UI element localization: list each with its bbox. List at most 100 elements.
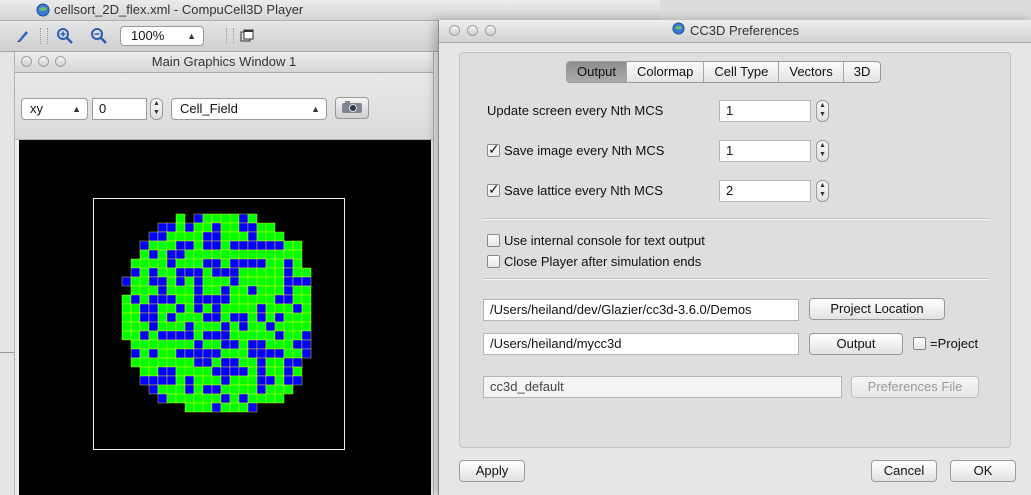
lattice-cell [202, 285, 213, 296]
internal-console-label: Use internal console for text output [504, 233, 705, 248]
zoom-select[interactable]: 100% ▲ [120, 26, 204, 46]
lattice-cell [238, 393, 249, 404]
lattice-cell [193, 348, 204, 359]
lattice-cell [256, 222, 267, 233]
lattice-cell [157, 339, 168, 350]
minimize-window-button[interactable] [467, 25, 478, 36]
lattice-cell [283, 240, 294, 251]
position-input[interactable]: 0 [92, 98, 147, 120]
tab-3d[interactable]: 3D [844, 62, 881, 82]
lattice-cell [193, 393, 204, 404]
lattice-cell [148, 294, 159, 305]
lattice-cell [139, 375, 150, 386]
lattice-cell [274, 330, 285, 341]
lattice-cell [256, 285, 267, 296]
lattice-cell [184, 339, 195, 350]
lattice-cell [139, 348, 150, 359]
update-screen-stepper[interactable]: ▲ ▼ [816, 100, 829, 122]
save-lattice-input[interactable]: 2 [719, 180, 811, 202]
lattice-cell [256, 276, 267, 287]
lattice-cell [130, 321, 141, 332]
player-title-bar[interactable]: cellsort_2D_flex.xml - CompuCell3D Playe… [0, 0, 660, 21]
position-stepper[interactable]: ▲ ▼ [150, 98, 163, 120]
save-lattice-stepper[interactable]: ▲ ▼ [816, 180, 829, 202]
maximize-window-button[interactable] [55, 56, 66, 67]
lattice-cell [283, 249, 294, 260]
output-button[interactable]: Output [809, 333, 903, 355]
lattice-cell [274, 267, 285, 278]
lattice-cell [175, 303, 186, 314]
lattice-cell [301, 267, 312, 278]
lattice-cell [175, 375, 186, 386]
lattice-cell [139, 240, 150, 251]
lattice-cell [220, 213, 231, 224]
zoom-out-icon[interactable] [90, 27, 108, 45]
graphics-title-bar[interactable]: Main Graphics Window 1 [15, 52, 433, 73]
screenshot-button[interactable] [335, 97, 369, 119]
tab-cell-type[interactable]: Cell Type [704, 62, 780, 82]
pencil-icon[interactable] [14, 27, 32, 45]
internal-console-row: Use internal console for text output [487, 232, 705, 250]
toolbar-separator [40, 28, 48, 44]
field-select[interactable]: Cell_Field ▲ [171, 98, 327, 120]
minimize-window-button[interactable] [38, 56, 49, 67]
tab-output[interactable]: Output [567, 62, 628, 82]
preferences-title-bar[interactable]: CC3D Preferences [439, 20, 1031, 43]
lattice-cell [193, 267, 204, 278]
lattice-cell [139, 267, 150, 278]
close-window-button[interactable] [21, 56, 32, 67]
lattice-cell [238, 258, 249, 269]
lattice-cell [247, 402, 258, 413]
graphics-canvas[interactable] [19, 140, 431, 495]
lattice-cell [166, 339, 177, 350]
cancel-button[interactable]: Cancel [871, 460, 937, 482]
lattice-cell [238, 276, 249, 287]
lattice-cell [265, 258, 276, 269]
lattice-cell [220, 402, 231, 413]
maximize-window-button[interactable] [485, 25, 496, 36]
output-path-input[interactable]: /Users/heiland/mycc3d [483, 333, 799, 355]
preferences-file-button[interactable]: Preferences File [851, 376, 979, 398]
apply-button[interactable]: Apply [459, 460, 525, 482]
lattice-cell [247, 285, 258, 296]
lattice-cell [157, 321, 168, 332]
save-lattice-checkbox[interactable] [487, 180, 500, 198]
save-image-checkbox[interactable] [487, 140, 500, 158]
lattice-cell [157, 366, 168, 377]
lattice-cell [238, 330, 249, 341]
lattice-cell [247, 375, 258, 386]
lattice-cell [184, 393, 195, 404]
window-layout-icon[interactable] [238, 27, 256, 45]
save-image-row: Save image every Nth MCS [487, 140, 664, 160]
close-window-button[interactable] [449, 25, 460, 36]
lattice-cell [247, 330, 258, 341]
lattice-cell [193, 294, 204, 305]
lattice-cell [292, 330, 303, 341]
project-location-button[interactable]: Project Location [809, 298, 945, 320]
lattice-cell [184, 294, 195, 305]
lattice-cell [157, 312, 168, 323]
lattice-cell [193, 240, 204, 251]
save-image-input[interactable]: 1 [719, 140, 811, 162]
lattice-cell [157, 303, 168, 314]
lattice-cell [247, 267, 258, 278]
zoom-in-icon[interactable] [56, 27, 74, 45]
lattice-cell [229, 375, 240, 386]
preferences-file-input[interactable]: cc3d_default [483, 376, 842, 398]
tab-colormap[interactable]: Colormap [627, 62, 705, 82]
update-screen-input[interactable]: 1 [719, 100, 811, 122]
plane-select[interactable]: xy ▲ [21, 98, 88, 120]
project-location-input[interactable]: /Users/heiland/dev/Glazier/cc3d-3.6.0/De… [483, 299, 799, 321]
lattice-cell [211, 258, 222, 269]
close-player-checkbox[interactable] [487, 255, 500, 268]
lattice-cell [256, 393, 267, 404]
lattice-cell [184, 240, 195, 251]
lattice-cell [256, 357, 267, 368]
save-image-stepper[interactable]: ▲ ▼ [816, 140, 829, 162]
lattice-cell [247, 366, 258, 377]
ok-button[interactable]: OK [950, 460, 1016, 482]
equals-project-checkbox[interactable] [913, 337, 926, 350]
internal-console-checkbox[interactable] [487, 234, 500, 247]
tab-vectors[interactable]: Vectors [779, 62, 844, 82]
save-lattice-label: Save lattice every Nth MCS [504, 183, 663, 198]
